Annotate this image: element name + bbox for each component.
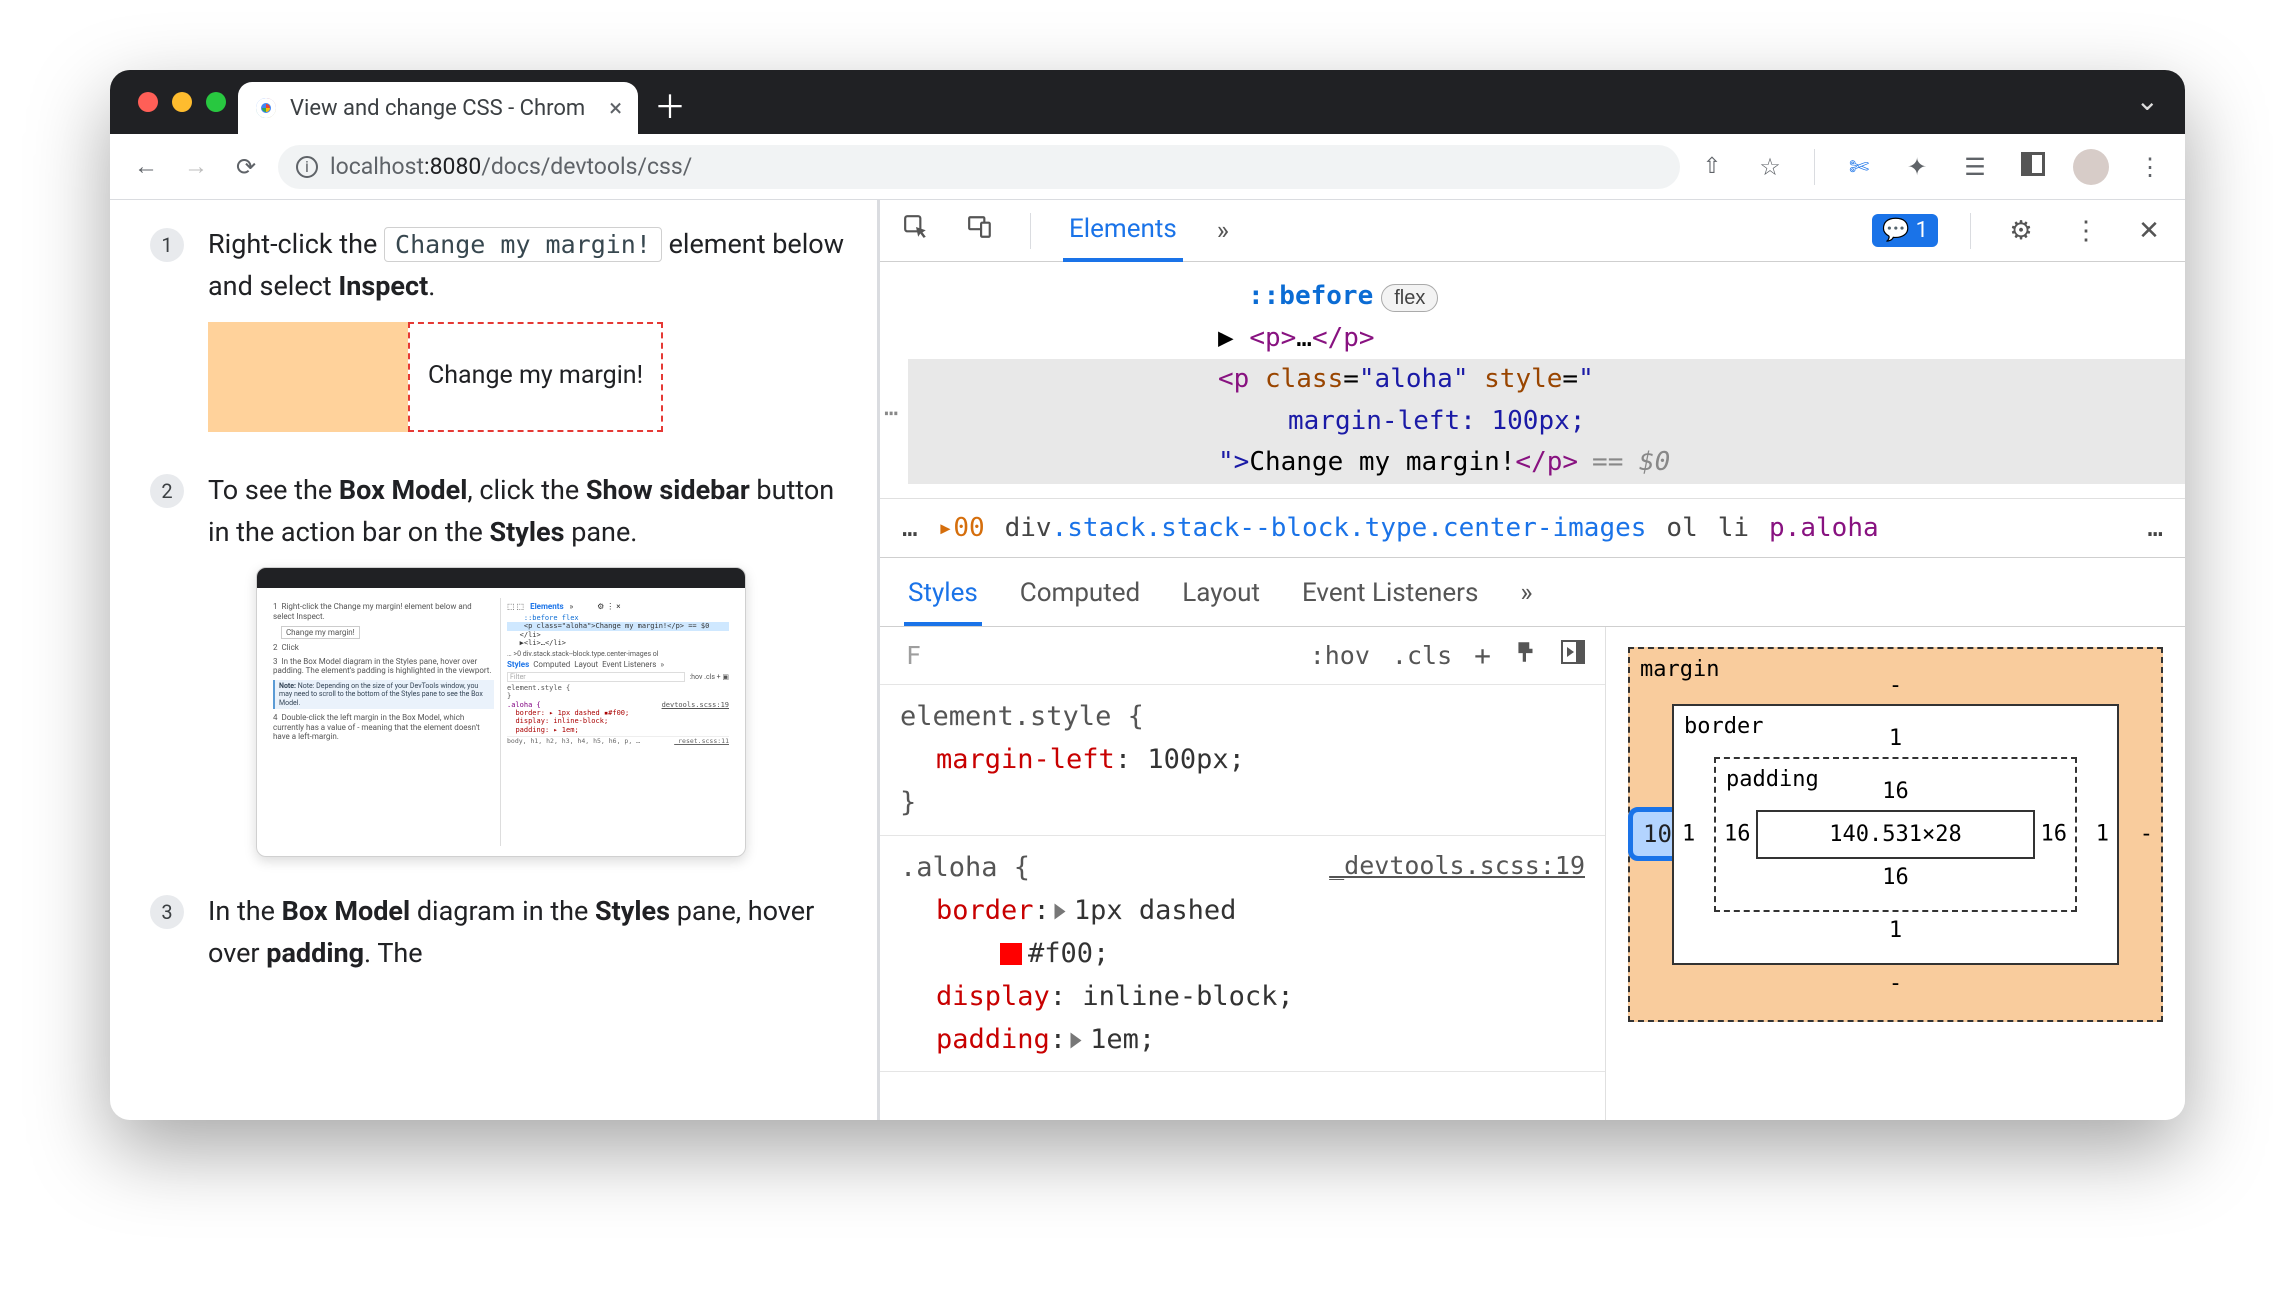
box-model-content[interactable]: 140.531×28 <box>1756 810 2035 859</box>
traffic-zoom[interactable] <box>206 92 226 112</box>
source-link[interactable]: _devtools.scss:19 <box>1329 846 1585 889</box>
back-button[interactable]: ← <box>128 152 164 181</box>
share-icon[interactable]: ⇧ <box>1694 154 1730 179</box>
toolbar-separator <box>1814 149 1815 185</box>
crumb-ol[interactable]: ol <box>1666 513 1697 543</box>
tab-strip: View and change CSS - Chrom × ＋ ⌄ <box>110 70 2185 134</box>
step-2: 2 To see the Box Model, click the Show s… <box>150 470 847 862</box>
issues-chip[interactable]: 💬 1 <box>1872 214 1938 247</box>
box-model-sidebar: margin - 100 - border 1 1 1 padding 16 <box>1605 627 2185 1120</box>
screenshot-thumbnail: 1 Right-click the Change my margin! elem… <box>256 567 746 857</box>
chrome-favicon <box>254 96 278 120</box>
window-traffic-lights[interactable] <box>138 92 226 112</box>
step-number: 1 <box>150 228 184 262</box>
cls-toggle[interactable]: .cls <box>1392 641 1452 670</box>
crumb-li[interactable]: li <box>1718 513 1749 543</box>
profile-avatar[interactable] <box>2073 149 2109 185</box>
demo-element[interactable]: Change my margin! <box>408 322 663 432</box>
new-tab-button[interactable]: ＋ <box>638 76 702 134</box>
traffic-minimize[interactable] <box>172 92 192 112</box>
dom-breadcrumbs[interactable]: … ▸00 div.stack.stack--block.type.center… <box>880 499 2185 558</box>
tab-title: View and change CSS - Chrom <box>290 96 597 121</box>
rule-aloha[interactable]: .aloha { _devtools.scss:19 border:1px da… <box>880 836 1605 1073</box>
flex-badge[interactable]: flex <box>1381 284 1438 312</box>
step-3: 3 In the Box Model diagram in the Styles… <box>150 891 847 975</box>
devtools-pane: Elements » 💬 1 ⚙ ⋮ ✕ ⋯ ::beforeflex ▶ <p… <box>880 200 2185 1120</box>
browser-tab[interactable]: View and change CSS - Chrom × <box>238 82 638 134</box>
bookmark-star-icon[interactable]: ☆ <box>1752 153 1788 181</box>
step-1: 1 Right-click the Change my margin! elem… <box>150 224 847 440</box>
page-pane: 1 Right-click the Change my margin! elem… <box>110 200 880 1120</box>
step-number: 3 <box>150 895 184 929</box>
devtools-menu-icon[interactable]: ⋮ <box>2067 216 2103 246</box>
scissors-icon[interactable]: ✄ <box>1841 153 1877 181</box>
expand-triangle-icon[interactable] <box>1054 903 1065 919</box>
devtools-close-icon[interactable]: ✕ <box>2131 216 2167 246</box>
tab-layout[interactable]: Layout <box>1178 568 1264 626</box>
tab-elements[interactable]: Elements <box>1063 200 1183 262</box>
paint-icon[interactable] <box>1513 639 1539 671</box>
device-toggle-icon[interactable] <box>962 214 998 247</box>
settings-gear-icon[interactable]: ⚙ <box>2003 216 2039 246</box>
styles-tab-bar: Styles Computed Layout Event Listeners » <box>880 558 2185 627</box>
dom-selected-node[interactable]: <p class="aloha" style=" margin-left: 10… <box>908 359 2185 484</box>
dom-gutter-icon[interactable]: ⋯ <box>884 394 900 432</box>
inspect-icon[interactable] <box>898 214 934 247</box>
omnibox[interactable]: i localhost:8080/docs/devtools/css/ <box>278 145 1680 189</box>
forward-button[interactable]: → <box>178 152 214 181</box>
new-rule-button[interactable]: + <box>1474 639 1491 672</box>
tab-more[interactable]: » <box>1516 568 1536 626</box>
devtools-tab-bar: Elements » 💬 1 ⚙ ⋮ ✕ <box>880 200 2185 262</box>
box-model-border[interactable]: border 1 1 1 padding 16 16 16 140.531×28… <box>1672 704 2119 965</box>
tab-event-listeners[interactable]: Event Listeners <box>1298 568 1482 626</box>
styles-filter-bar: F :hov .cls + <box>880 627 1605 685</box>
styles-rules: F :hov .cls + element.style { margi <box>880 627 1605 1120</box>
browser-toolbar: ← → ⟳ i localhost:8080/docs/devtools/css… <box>110 134 2185 200</box>
crumb-p[interactable]: p.aloha <box>1769 513 1879 543</box>
tab-overflow[interactable]: » <box>1211 202 1235 260</box>
reading-list-icon[interactable]: ☰ <box>1957 153 1993 181</box>
box-model-padding[interactable]: padding 16 16 16 140.531×28 16 <box>1714 757 2077 912</box>
step-body: To see the Box Model, click the Show sid… <box>208 470 847 862</box>
site-info-icon[interactable]: i <box>296 156 318 178</box>
dom-tree[interactable]: ⋯ ::beforeflex ▶ <p>…</p> <p class="aloh… <box>880 262 2185 499</box>
content-area: 1 Right-click the Change my margin! elem… <box>110 200 2185 1120</box>
tab-close-icon[interactable]: × <box>609 94 622 122</box>
step-body: In the Box Model diagram in the Styles p… <box>208 891 847 975</box>
margin-highlight <box>208 322 408 432</box>
rule-element-style[interactable]: element.style { margin-left: 100px; } <box>880 685 1605 836</box>
reload-button[interactable]: ⟳ <box>228 153 264 181</box>
traffic-close[interactable] <box>138 92 158 112</box>
tab-computed[interactable]: Computed <box>1016 568 1144 626</box>
tab-styles[interactable]: Styles <box>904 568 982 626</box>
styles-filter-input[interactable]: F <box>900 637 980 674</box>
color-swatch[interactable] <box>1000 943 1022 965</box>
chrome-menu-icon[interactable]: ⋮ <box>2131 153 2167 181</box>
inline-code: Change my margin! <box>384 227 662 262</box>
expand-triangle-icon[interactable] <box>1071 1033 1082 1049</box>
step-number: 2 <box>150 474 184 508</box>
tab-overflow-icon[interactable]: ⌄ <box>2136 84 2159 117</box>
side-panel-icon[interactable] <box>2015 152 2051 182</box>
extensions-icon[interactable]: ✦ <box>1899 153 1935 181</box>
show-sidebar-icon[interactable] <box>1561 640 1585 670</box>
hov-toggle[interactable]: :hov <box>1310 641 1370 670</box>
box-model-margin[interactable]: margin - 100 - border 1 1 1 padding 16 <box>1628 647 2163 1022</box>
crumb-div[interactable]: div.stack.stack--block.type.center-image… <box>1005 513 1647 543</box>
toolbar-actions: ⇧ ☆ ✄ ✦ ☰ ⋮ <box>1694 149 2167 185</box>
step-body: Right-click the Change my margin! elemen… <box>208 224 847 440</box>
url-text: localhost:8080/docs/devtools/css/ <box>330 153 692 180</box>
